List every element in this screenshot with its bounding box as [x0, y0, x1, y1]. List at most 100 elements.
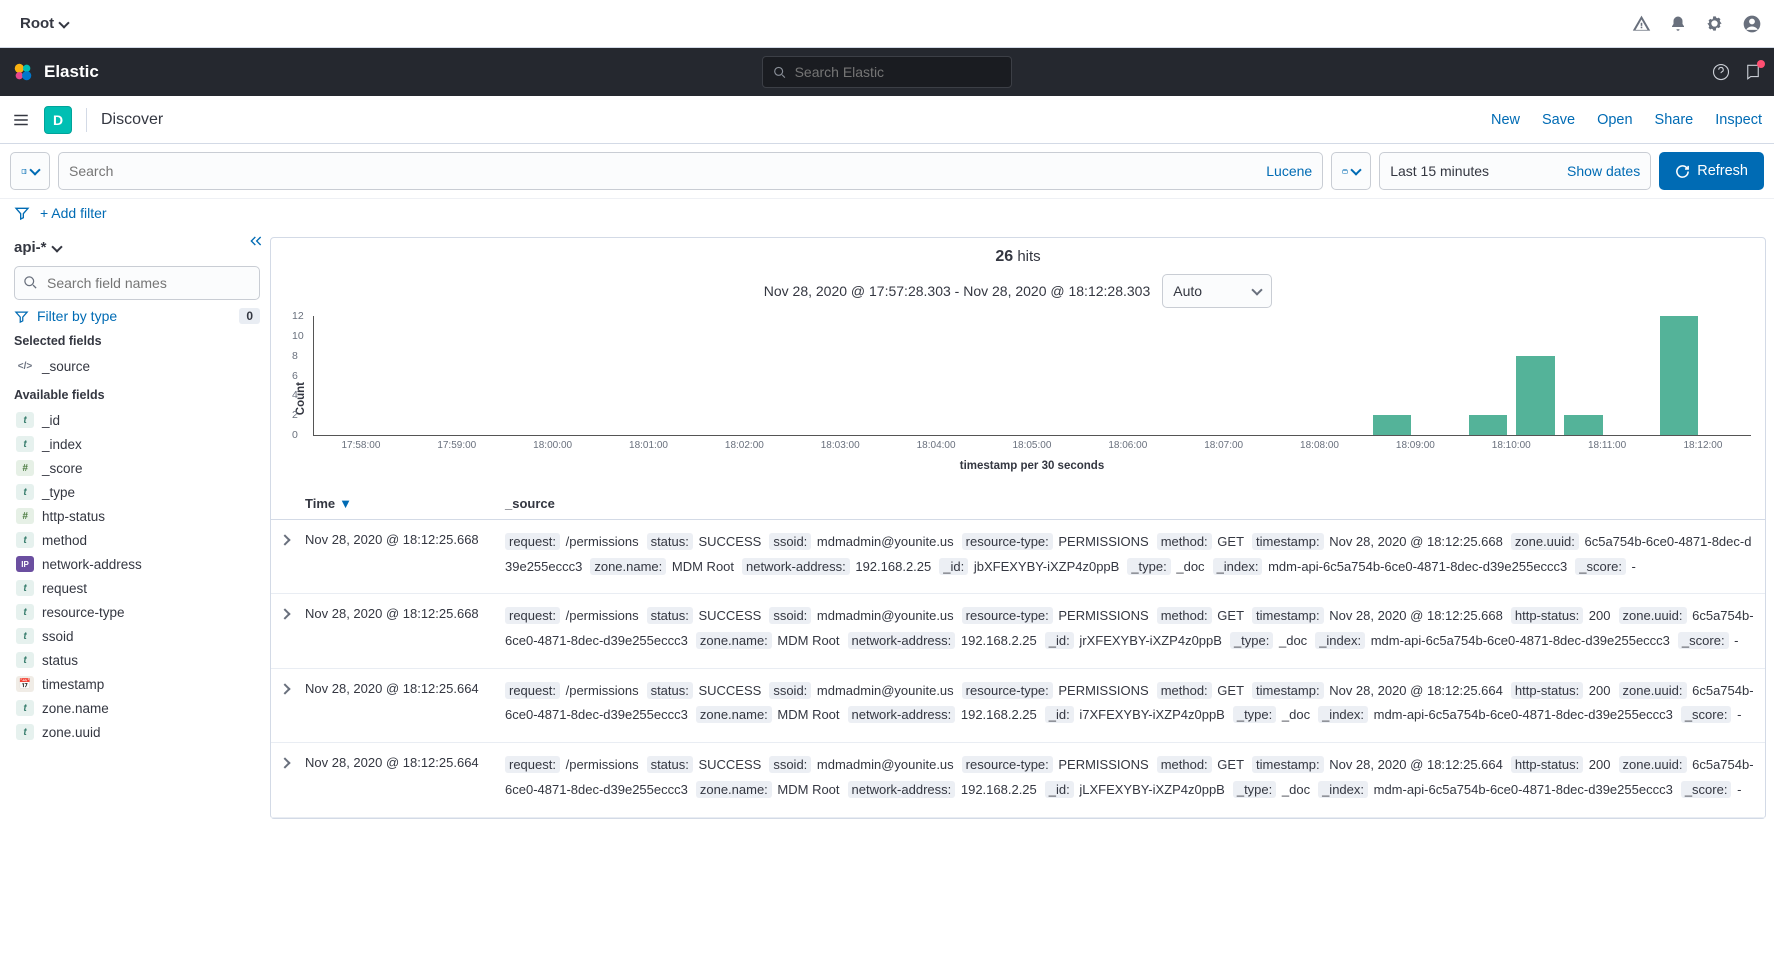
app-badge[interactable]: D [44, 106, 72, 134]
field-name: ssoid [42, 629, 74, 644]
action-share[interactable]: Share [1655, 112, 1694, 128]
row-source: request: /permissionsstatus: SUCCESSssoi… [505, 530, 1755, 579]
refresh-icon [1675, 164, 1690, 179]
menu-icon[interactable] [12, 111, 30, 129]
gear-icon[interactable] [1705, 14, 1724, 33]
field-name: timestamp [42, 677, 104, 692]
field-name: http-status [42, 509, 105, 524]
query-language-toggle[interactable]: Lucene [1266, 163, 1312, 179]
filter-by-type[interactable]: Filter by type 0 [14, 308, 260, 324]
field-search-input[interactable] [14, 266, 260, 300]
action-new[interactable]: New [1491, 112, 1520, 128]
histogram-bar[interactable] [1469, 415, 1507, 435]
histogram-bar[interactable] [1564, 415, 1602, 435]
histogram-chart[interactable]: 024681012 [313, 316, 1751, 436]
chevron-down-icon [51, 241, 62, 252]
expand-row-icon[interactable] [281, 604, 305, 653]
field-type-icon: t [16, 436, 34, 452]
column-header-time[interactable]: Time ▼ [305, 496, 505, 511]
action-open[interactable]: Open [1597, 112, 1632, 128]
field-item[interactable]: tssoid [14, 624, 260, 648]
field-item[interactable]: </>_source [14, 354, 260, 378]
newsfeed-icon[interactable] [1744, 63, 1762, 81]
index-pattern-selector[interactable]: api-* [14, 239, 260, 256]
sort-desc-icon: ▼ [339, 496, 352, 511]
alert-triangle-icon[interactable] [1632, 14, 1651, 33]
chart-x-axis-label: timestamp per 30 seconds [313, 454, 1751, 482]
row-time: Nov 28, 2020 @ 18:12:25.668 [305, 530, 505, 579]
query-bar[interactable]: Lucene [58, 152, 1323, 190]
x-tick: 18:06:00 [1080, 440, 1176, 454]
help-icon[interactable] [1712, 63, 1730, 81]
x-tick: 17:58:00 [313, 440, 409, 454]
global-search[interactable] [762, 56, 1012, 88]
field-type-icon: t [16, 628, 34, 644]
field-name: zone.uuid [42, 725, 101, 740]
action-inspect[interactable]: Inspect [1715, 112, 1762, 128]
elastic-logo[interactable]: Elastic [12, 61, 99, 83]
available-fields-heading: Available fields [14, 388, 260, 402]
field-name: _type [42, 485, 75, 500]
chevron-down-icon [29, 164, 40, 175]
date-range-text: Nov 28, 2020 @ 17:57:28.303 - Nov 28, 20… [764, 283, 1150, 299]
field-item[interactable]: #http-status [14, 504, 260, 528]
date-range-picker[interactable]: Last 15 minutes Show dates [1379, 152, 1651, 190]
table-row: Nov 28, 2020 @ 18:12:25.668request: /per… [271, 520, 1765, 594]
action-save[interactable]: Save [1542, 112, 1575, 128]
field-item[interactable]: t_index [14, 432, 260, 456]
search-icon [23, 275, 38, 290]
field-item[interactable]: t _type [14, 480, 260, 504]
field-item[interactable]: trequest [14, 576, 260, 600]
x-tick: 18:01:00 [601, 440, 697, 454]
field-item[interactable]: t_id [14, 408, 260, 432]
expand-row-icon[interactable] [281, 753, 305, 802]
field-type-icon: 📅 [16, 676, 34, 692]
space-selector[interactable]: Root [12, 9, 76, 38]
field-item[interactable]: tresource-type [14, 600, 260, 624]
refresh-button[interactable]: Refresh [1659, 152, 1764, 190]
field-type-icon: t [16, 484, 34, 500]
collapse-sidebar-icon[interactable] [248, 233, 264, 249]
user-avatar-icon[interactable] [1742, 14, 1762, 34]
row-time: Nov 28, 2020 @ 18:12:25.668 [305, 604, 505, 653]
filter-count-badge: 0 [239, 308, 260, 324]
field-item[interactable]: tzone.uuid [14, 720, 260, 744]
histogram-bar[interactable] [1660, 316, 1698, 435]
field-type-icon: t [16, 532, 34, 548]
field-type-icon: t [16, 412, 34, 428]
search-icon [773, 65, 787, 80]
show-dates-link[interactable]: Show dates [1567, 163, 1640, 179]
bell-icon[interactable] [1669, 15, 1687, 33]
filter-by-type-label: Filter by type [37, 308, 117, 324]
add-filter-button[interactable]: + Add filter [40, 205, 107, 221]
filter-icon [14, 309, 29, 324]
expand-row-icon[interactable] [281, 679, 305, 728]
saved-query-button[interactable] [10, 152, 50, 190]
field-name: status [42, 653, 78, 668]
query-input[interactable] [69, 163, 1266, 179]
field-type-icon: # [16, 460, 34, 476]
chevron-down-icon [1351, 164, 1362, 175]
field-item[interactable]: 📅 timestamp [14, 672, 260, 696]
interval-selector[interactable]: Auto [1162, 274, 1272, 308]
divider [86, 108, 87, 132]
x-tick: 18:05:00 [984, 440, 1080, 454]
refresh-label: Refresh [1697, 163, 1748, 179]
expand-row-icon[interactable] [281, 530, 305, 579]
x-tick: 18:12:00 [1655, 440, 1751, 454]
filter-icon[interactable] [14, 205, 30, 221]
field-name: _source [42, 359, 90, 374]
index-pattern-label: api-* [14, 239, 47, 256]
histogram-bar[interactable] [1373, 415, 1411, 435]
histogram-bar[interactable] [1516, 356, 1554, 435]
global-search-input[interactable] [795, 64, 1001, 80]
field-item[interactable]: tstatus [14, 648, 260, 672]
date-quick-button[interactable] [1331, 152, 1371, 190]
field-item[interactable]: tzone.name [14, 696, 260, 720]
chevron-down-icon [58, 17, 69, 28]
column-header-source[interactable]: _source [505, 496, 1755, 511]
field-item[interactable]: #_score [14, 456, 260, 480]
field-item[interactable]: tmethod [14, 528, 260, 552]
field-item[interactable]: IPnetwork-address [14, 552, 260, 576]
page-title: Discover [101, 111, 163, 129]
